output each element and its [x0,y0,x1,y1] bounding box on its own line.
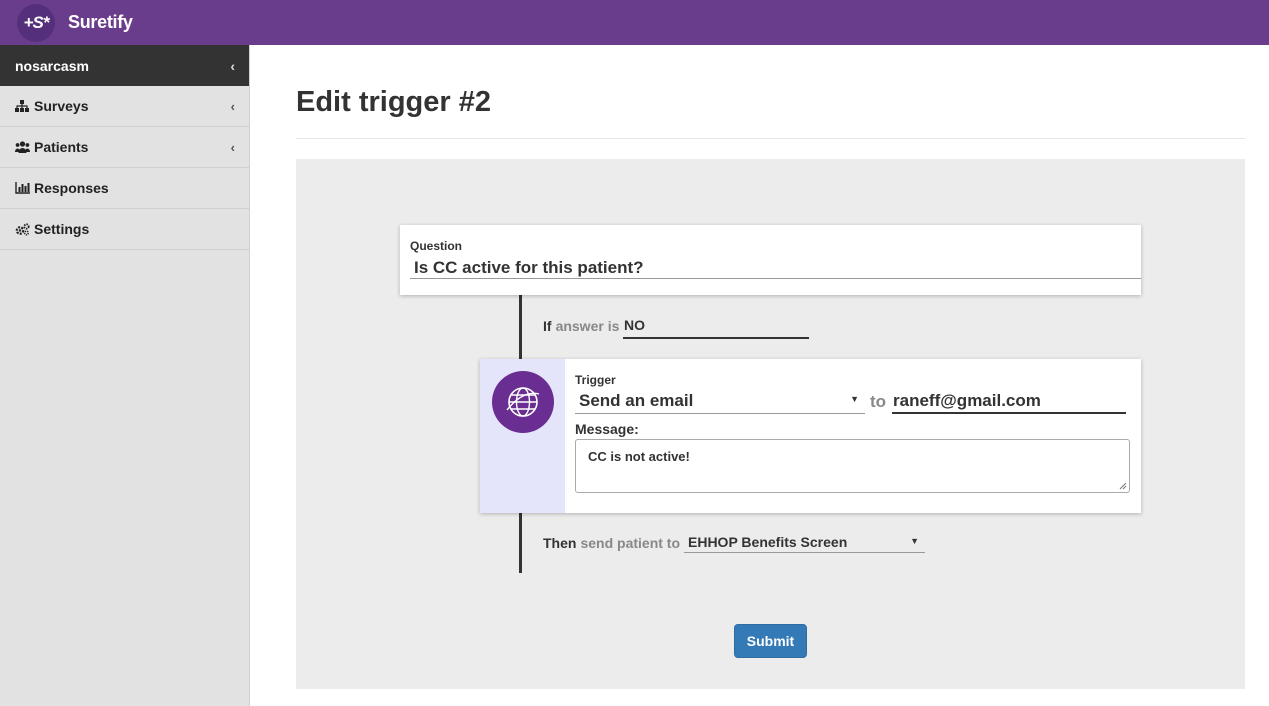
trigger-action-value: Send an email [579,391,694,410]
then-word: Then [543,535,577,551]
gears-icon [15,222,30,236]
sidebar-item-settings[interactable]: Settings [0,209,249,250]
destination-select[interactable]: EHHOP Benefits Screen ▼ [684,534,925,553]
sidebar: nosarcasm ‹ Surveys ‹ Patients ‹ Respons… [0,45,250,706]
question-card: Question Is CC active for this patient? [400,225,1141,295]
top-navbar: +S* Suretify [0,0,1269,45]
message-label: Message: [575,421,639,437]
title-divider [296,138,1245,139]
dropdown-arrow-icon: ▼ [910,536,919,546]
sidebar-user-toggle[interactable]: nosarcasm ‹ [0,45,249,86]
globe-icon [492,371,554,433]
if-label: If [543,318,552,334]
users-icon [15,140,30,154]
sidebar-username: nosarcasm [15,57,89,74]
answer-value-input[interactable]: NO [623,317,809,339]
recipient-email-input[interactable]: raneff@gmail.com [892,391,1126,414]
to-label: to [870,392,887,411]
answer-is-label: answer is [555,318,620,334]
then-label: Then send patient to [543,535,684,551]
destination-value: EHHOP Benefits Screen [688,534,848,550]
question-underline [410,278,1141,279]
flow-connector [519,513,522,573]
question-label: Question [410,239,463,253]
message-text: CC is not active! [588,449,690,464]
message-textarea[interactable]: CC is not active! [575,439,1130,493]
sidebar-item-patients[interactable]: Patients ‹ [0,127,249,168]
trigger-card: Trigger Send an email ▼ to raneff@gmail.… [480,359,1141,513]
trigger-action-select[interactable]: Send an email ▼ [575,391,865,414]
chevron-left-icon: ‹ [230,98,235,114]
sidebar-item-label: Responses [34,180,109,196]
bar-chart-icon [15,181,30,195]
brand-name[interactable]: Suretify [68,12,133,33]
chevron-left-icon[interactable]: ‹ [230,58,235,74]
question-text: Is CC active for this patient? [414,258,644,277]
trigger-label: Trigger [575,373,616,387]
page-title: Edit trigger #2 [296,86,491,118]
chevron-left-icon: ‹ [230,139,235,155]
submit-button[interactable]: Submit [734,624,807,658]
sidebar-item-label: Patients [34,139,89,155]
dropdown-arrow-icon: ▼ [850,394,859,404]
sitemap-icon [15,99,30,113]
sidebar-item-responses[interactable]: Responses [0,168,249,209]
sidebar-item-surveys[interactable]: Surveys ‹ [0,86,249,127]
sidebar-item-label: Settings [34,221,90,237]
condition-label: If answer is [543,318,623,334]
send-patient-to-label: send patient to [580,535,681,551]
flow-connector [519,295,522,359]
logo[interactable]: +S* [17,3,55,42]
sidebar-item-label: Surveys [34,98,89,114]
resize-handle-icon[interactable] [1119,482,1127,490]
trigger-icon-panel [480,359,565,513]
